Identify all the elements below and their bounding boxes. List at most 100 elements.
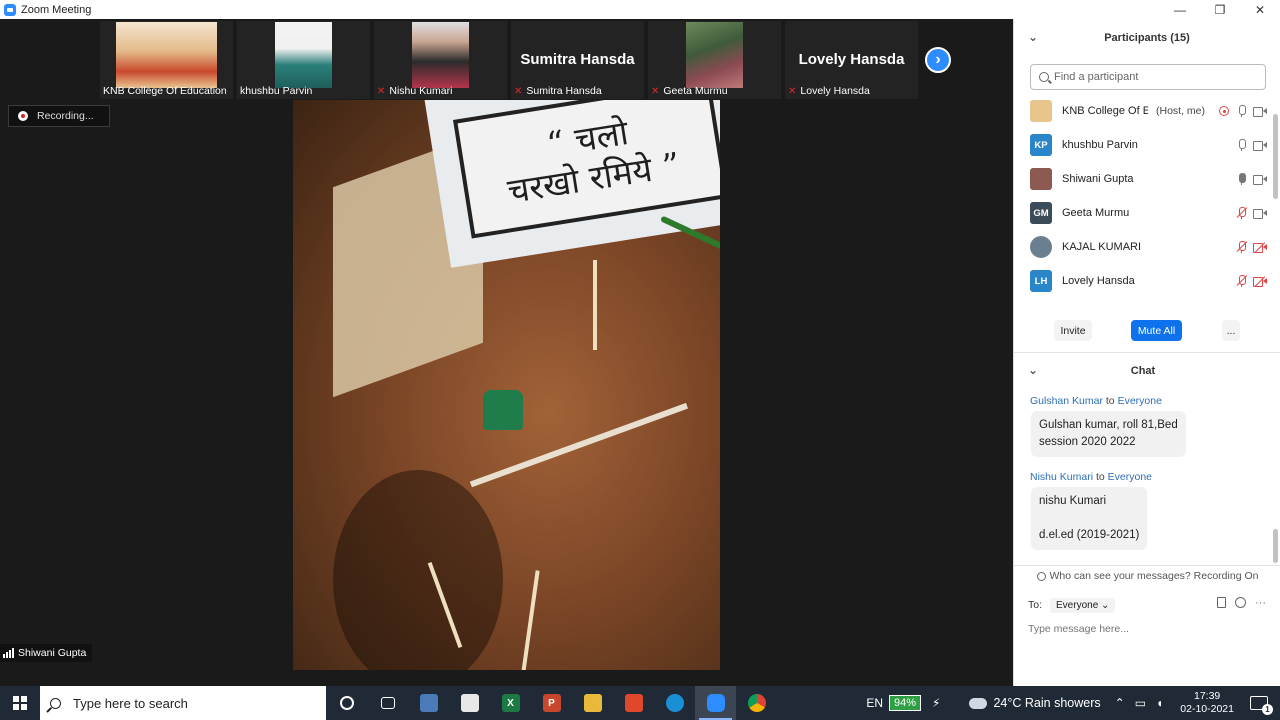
participant-search[interactable]: Find a participant xyxy=(1030,64,1266,90)
maximize-button[interactable]: ❐ xyxy=(1200,0,1240,19)
chat-scrollbar[interactable] xyxy=(1273,529,1278,563)
battery-indicator[interactable]: 94% xyxy=(889,695,922,711)
task-view-button[interactable] xyxy=(367,686,408,720)
avatar: LH xyxy=(1030,270,1052,292)
participant-video xyxy=(275,22,332,88)
invite-button[interactable]: Invite xyxy=(1054,320,1092,341)
recording-icon xyxy=(1219,106,1229,116)
window-controls: — ❐ ✕ xyxy=(1160,0,1280,19)
taskbar-app-1[interactable] xyxy=(408,686,449,720)
person-icon xyxy=(1036,571,1046,581)
emoji-icon[interactable] xyxy=(1235,597,1246,608)
participant-video xyxy=(412,22,469,88)
clock[interactable]: 17:39 02-10-2021 xyxy=(1180,690,1234,716)
notification-icon[interactable]: 1 xyxy=(1250,696,1273,715)
participant-row[interactable]: KAJAL KUMARI xyxy=(1014,230,1272,264)
weather-widget[interactable]: 24°C Rain showers xyxy=(969,696,1101,710)
video-tile-lovely[interactable]: Lovely Hansda ✕ Lovely Hansda xyxy=(785,21,918,99)
message-bubble: nishu Kumari d.el.ed (2019-2021) xyxy=(1031,487,1148,550)
video-tile-nishu[interactable]: ✕ Nishu Kumari xyxy=(374,21,507,99)
camera-icon[interactable] xyxy=(1253,106,1267,117)
minimize-button[interactable]: — xyxy=(1160,0,1200,19)
chat-header: ⌄ Chat xyxy=(1028,363,1156,377)
mic-active-icon[interactable] xyxy=(1237,173,1246,185)
network-icon[interactable]: ▭ xyxy=(1135,696,1146,710)
search-placeholder: Find a participant xyxy=(1054,71,1139,83)
taskbar-explorer[interactable] xyxy=(572,686,613,720)
file-icon[interactable] xyxy=(1217,597,1226,608)
zoom-app-icon xyxy=(4,3,16,16)
video-tile-geeta[interactable]: ✕ Geeta Murmu xyxy=(648,21,781,99)
app-icon xyxy=(419,694,438,712)
close-button[interactable]: ✕ xyxy=(1240,0,1280,19)
recipient-select[interactable]: Everyone ⌄ xyxy=(1050,597,1116,613)
participant-row[interactable]: KNB College Of E... (Host, me) xyxy=(1014,94,1272,128)
chevron-down-icon[interactable]: ⌄ xyxy=(1028,30,1038,44)
tile-label: ✕ Sumitra Hansda xyxy=(514,85,602,97)
zoom-window: Zoom Meeting — ❐ ✕ KNB College Of Educat… xyxy=(0,0,1280,720)
edge-icon xyxy=(665,694,684,712)
excel-icon: X xyxy=(501,694,520,712)
video-tile-knb[interactable]: KNB College Of Education xyxy=(100,21,233,99)
chat-message-input[interactable] xyxy=(1028,620,1268,638)
chevron-down-icon[interactable]: ⌄ xyxy=(1028,363,1038,377)
chat-messages: Gulshan Kumar to Everyone Gulshan kumar,… xyxy=(1014,395,1272,565)
windows-taskbar: Type here to search X P EN 94% ⚡ 24°C Ra… xyxy=(0,686,1280,720)
mic-muted-icon: ✕ xyxy=(377,85,386,97)
taskbar-powerpoint[interactable]: P xyxy=(531,686,572,720)
participant-row[interactable]: KP khushbu Parvin xyxy=(1014,128,1272,162)
participant-row[interactable]: Shiwani Gupta xyxy=(1014,162,1272,196)
video-tile-khushbu[interactable]: khushbu Parvin xyxy=(237,21,370,99)
language-indicator[interactable]: EN xyxy=(866,696,883,710)
participants-header: ⌄ Participants (15) xyxy=(1028,30,1190,44)
camera-icon[interactable] xyxy=(1253,174,1267,185)
participants-scrollbar[interactable] xyxy=(1273,114,1278,199)
zoom-icon xyxy=(706,694,725,712)
taskbar-office[interactable] xyxy=(613,686,654,720)
system-tray: EN 94% ⚡ 24°C Rain showers ⌃ ▭ ◖ 17:39 0… xyxy=(866,686,1280,720)
camera-off-icon[interactable] xyxy=(1253,241,1267,253)
mic-muted-icon[interactable] xyxy=(1236,241,1248,253)
tile-label: KNB College Of Education xyxy=(103,85,227,97)
recording-indicator[interactable]: Recording... xyxy=(8,105,110,127)
participant-row-partial[interactable] xyxy=(1014,298,1272,304)
taskbar-chrome[interactable] xyxy=(736,686,777,720)
message-sender: Gulshan Kumar to Everyone xyxy=(1030,395,1162,407)
start-button[interactable] xyxy=(0,686,40,720)
taskbar-zoom[interactable] xyxy=(695,686,736,720)
video-tile-sumitra[interactable]: Sumitra Hansda ✕ Sumitra Hansda xyxy=(511,21,644,99)
folder-icon xyxy=(583,694,602,712)
tile-label: ✕ Nishu Kumari xyxy=(377,85,453,97)
store-icon xyxy=(460,694,479,712)
cortana-button[interactable] xyxy=(326,686,367,720)
mic-icon[interactable] xyxy=(1237,105,1246,117)
chat-tools: ··· xyxy=(1217,597,1266,609)
chevron-up-icon[interactable]: ⌃ xyxy=(1115,696,1125,710)
camera-icon[interactable] xyxy=(1253,208,1267,219)
avatar: GM xyxy=(1030,202,1052,224)
taskbar-excel[interactable]: X xyxy=(490,686,531,720)
chevron-right-icon[interactable]: › xyxy=(925,47,951,73)
mic-muted-icon[interactable] xyxy=(1236,275,1248,287)
search-icon xyxy=(1039,72,1049,82)
who-can-see-link[interactable]: Who can see your messages? Recording On xyxy=(1014,567,1280,585)
mute-all-button[interactable]: Mute All xyxy=(1131,320,1182,341)
more-icon[interactable]: ··· xyxy=(1255,597,1266,609)
camera-off-icon[interactable] xyxy=(1253,275,1267,287)
taskbar-search[interactable]: Type here to search xyxy=(40,686,326,720)
avatar xyxy=(1030,236,1052,258)
camera-icon[interactable] xyxy=(1253,140,1267,151)
divider xyxy=(1014,565,1280,566)
more-button[interactable]: ... xyxy=(1222,320,1240,341)
mic-icon[interactable] xyxy=(1237,139,1246,151)
volume-icon[interactable]: ◖ xyxy=(1156,696,1163,710)
participant-row[interactable]: GM Geeta Murmu xyxy=(1014,196,1272,230)
chat-message: Gulshan Kumar to Everyone Gulshan kumar,… xyxy=(1014,395,1272,457)
taskbar-edge[interactable] xyxy=(654,686,695,720)
participant-row[interactable]: LH Lovely Hansda xyxy=(1014,264,1272,298)
mic-muted-icon: ✕ xyxy=(788,85,797,97)
tile-label: ✕ Lovely Hansda xyxy=(788,85,870,97)
mic-muted-icon[interactable] xyxy=(1236,207,1248,219)
participant-video xyxy=(686,22,743,88)
taskbar-store[interactable] xyxy=(449,686,490,720)
